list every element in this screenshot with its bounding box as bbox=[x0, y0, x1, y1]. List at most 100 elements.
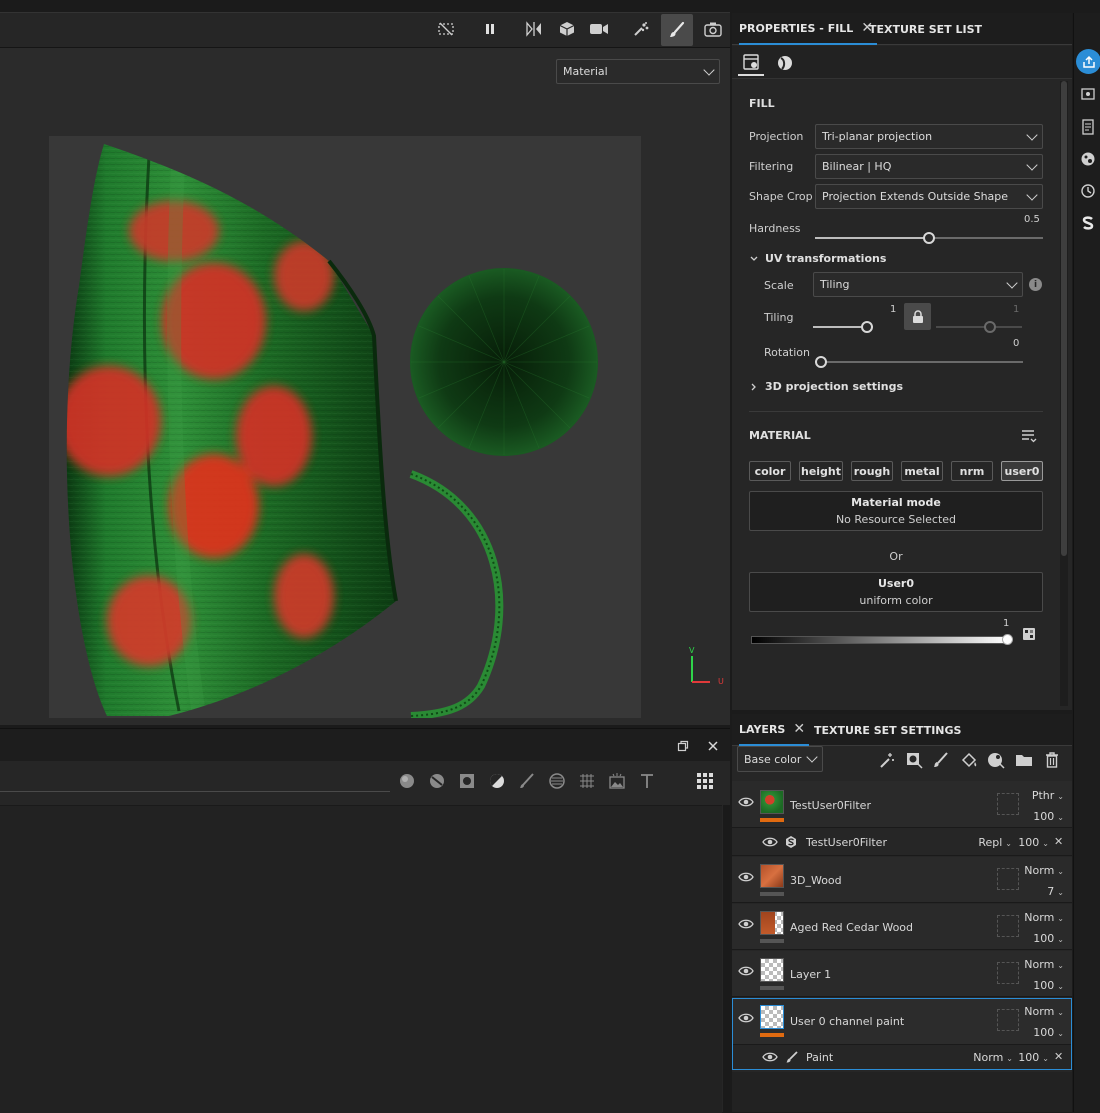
text-filter-icon[interactable] bbox=[638, 772, 656, 790]
add-mask-icon[interactable] bbox=[905, 751, 923, 769]
grayscale-slider[interactable] bbox=[751, 636, 1009, 644]
eye-icon[interactable] bbox=[738, 965, 754, 977]
eye-icon[interactable] bbox=[762, 836, 778, 848]
layer-row[interactable]: 3D_Wood Norm ⌄ 7 ⌄ bbox=[732, 857, 1072, 903]
scrollbar-thumb[interactable] bbox=[1061, 81, 1067, 556]
pause-icon[interactable] bbox=[479, 18, 501, 40]
uv-canvas[interactable] bbox=[49, 136, 641, 718]
material-preview-icon[interactable] bbox=[772, 50, 798, 76]
mask-slot[interactable] bbox=[997, 915, 1019, 937]
slider-knob[interactable] bbox=[923, 232, 935, 244]
eye-icon[interactable] bbox=[738, 918, 754, 930]
add-folder-icon[interactable] bbox=[1015, 751, 1033, 769]
camera-icon[interactable] bbox=[588, 18, 610, 40]
add-fill-layer-icon[interactable] bbox=[960, 751, 978, 769]
paint-brush-icon[interactable] bbox=[661, 14, 693, 46]
opacity[interactable]: 100 ⌄ bbox=[1022, 979, 1064, 992]
grid-view-icon[interactable] bbox=[696, 772, 714, 790]
mask-slot[interactable] bbox=[997, 962, 1019, 984]
tab-texture-set-settings[interactable]: TEXTURE SET SETTINGS bbox=[814, 714, 961, 746]
opacity[interactable]: 100 ⌄ bbox=[1022, 810, 1064, 823]
hide-icon[interactable] bbox=[435, 18, 457, 40]
mask-filter-icon[interactable] bbox=[458, 772, 476, 790]
opacity[interactable]: 7 ⌄ bbox=[1022, 885, 1064, 898]
display-mode-select[interactable]: Material bbox=[556, 59, 720, 84]
remove-effect-icon[interactable]: ✕ bbox=[1054, 1050, 1063, 1063]
lock-button[interactable] bbox=[904, 303, 931, 330]
random-seed-icon[interactable] bbox=[1022, 627, 1036, 641]
mask-slot[interactable] bbox=[997, 793, 1019, 815]
info-icon[interactable]: i bbox=[1029, 278, 1042, 291]
channel-user0-button[interactable]: user0 bbox=[1001, 461, 1043, 481]
blend-mode[interactable]: Norm ⌄ bbox=[1022, 958, 1064, 971]
smart-material-icon[interactable] bbox=[428, 772, 446, 790]
eye-icon[interactable] bbox=[762, 1051, 778, 1063]
tiling-slider-u[interactable] bbox=[813, 320, 873, 334]
channel-select[interactable]: Base color bbox=[737, 746, 823, 772]
material-menu-icon[interactable] bbox=[1021, 429, 1037, 443]
delete-layer-icon[interactable] bbox=[1043, 751, 1061, 769]
effect-row[interactable]: TestUser0Filter Repl ⌄ 100 ⌄ ✕ bbox=[732, 829, 1072, 856]
filter-filter-icon[interactable] bbox=[488, 772, 506, 790]
opacity[interactable]: 100 ⌄ bbox=[1022, 1026, 1064, 1039]
shader-settings-icon[interactable] bbox=[1079, 118, 1097, 136]
layer-row[interactable]: TestUser0Filter Pthr ⌄ 100 ⌄ bbox=[732, 781, 1072, 828]
projection-select[interactable]: Tri-planar projection bbox=[815, 124, 1043, 149]
slider-knob[interactable] bbox=[984, 321, 996, 333]
uv-transformations-header[interactable]: UV transformations bbox=[749, 252, 886, 265]
scale-select[interactable]: Tiling bbox=[813, 272, 1023, 297]
blend-mode[interactable]: Pthr ⌄ bbox=[1022, 789, 1064, 802]
tab-texture-set-list[interactable]: TEXTURE SET LIST bbox=[869, 13, 982, 45]
paint-effect-row[interactable]: Paint Norm ⌄ 100 ⌄ ✕ bbox=[733, 1044, 1071, 1069]
channel-height-button[interactable]: height bbox=[799, 461, 843, 481]
texture-filter-icon[interactable] bbox=[578, 772, 596, 790]
substance-icon[interactable] bbox=[1079, 214, 1097, 232]
eye-icon[interactable] bbox=[738, 1012, 754, 1024]
opacity[interactable]: 100 ⌄ bbox=[1013, 1051, 1049, 1064]
blend-mode[interactable]: Repl ⌄ bbox=[972, 836, 1012, 849]
screenshot-icon[interactable] bbox=[702, 18, 724, 40]
blend-mode[interactable]: Norm ⌄ bbox=[1022, 864, 1064, 877]
blend-mode[interactable]: Norm ⌄ bbox=[1022, 911, 1064, 924]
export-button[interactable] bbox=[1076, 49, 1100, 74]
3d-projection-settings-header[interactable]: 3D projection settings bbox=[749, 380, 903, 393]
layer-row[interactable]: Layer 1 Norm ⌄ 100 ⌄ bbox=[732, 951, 1072, 997]
alpha-filter-icon[interactable] bbox=[548, 772, 566, 790]
channel-color-button[interactable]: color bbox=[749, 461, 791, 481]
symmetry-icon[interactable] bbox=[523, 18, 545, 40]
maximize-icon[interactable] bbox=[677, 740, 689, 752]
slider-knob[interactable] bbox=[815, 356, 827, 368]
slider-knob[interactable] bbox=[861, 321, 873, 333]
cube-view-icon[interactable] bbox=[556, 18, 578, 40]
add-effect-icon[interactable] bbox=[878, 751, 896, 769]
eye-icon[interactable] bbox=[738, 796, 754, 808]
tiling-slider-v[interactable] bbox=[936, 320, 1022, 334]
add-paint-layer-icon[interactable] bbox=[932, 751, 950, 769]
hardness-slider[interactable] bbox=[815, 231, 1043, 245]
close-icon[interactable] bbox=[706, 739, 720, 753]
filtering-select[interactable]: Bilinear | HQ bbox=[815, 154, 1043, 179]
particle-brush-icon[interactable] bbox=[630, 18, 652, 40]
close-icon[interactable]: ✕ bbox=[793, 721, 805, 737]
opacity[interactable]: 100 ⌄ bbox=[1013, 836, 1049, 849]
bake-icon[interactable] bbox=[1079, 150, 1097, 168]
tab-properties-fill[interactable]: PROPERTIES - FILL ✕ bbox=[739, 13, 878, 45]
mask-slot[interactable] bbox=[997, 868, 1019, 890]
mask-slot[interactable] bbox=[997, 1009, 1019, 1031]
rotation-slider[interactable] bbox=[815, 355, 1023, 369]
eye-icon[interactable] bbox=[738, 871, 754, 883]
channel-rough-button[interactable]: rough bbox=[851, 461, 893, 481]
layer-row[interactable]: Aged Red Cedar Wood Norm ⌄ 100 ⌄ bbox=[732, 904, 1072, 950]
shape-crop-select[interactable]: Projection Extends Outside Shape bbox=[815, 184, 1043, 209]
blend-mode[interactable]: Norm ⌄ bbox=[1022, 1005, 1064, 1018]
environment-filter-icon[interactable] bbox=[608, 772, 626, 790]
material-mode-button[interactable]: Material mode No Resource Selected bbox=[749, 491, 1043, 531]
remove-effect-icon[interactable]: ✕ bbox=[1054, 835, 1063, 848]
display-settings-icon[interactable] bbox=[1079, 85, 1097, 103]
layer-properties-icon[interactable] bbox=[738, 50, 764, 76]
material-filter-icon[interactable] bbox=[398, 772, 416, 790]
properties-scrollbar[interactable] bbox=[1060, 81, 1068, 706]
search-underline[interactable] bbox=[0, 791, 390, 792]
history-icon[interactable] bbox=[1079, 182, 1097, 200]
brush-filter-icon[interactable] bbox=[518, 772, 536, 790]
